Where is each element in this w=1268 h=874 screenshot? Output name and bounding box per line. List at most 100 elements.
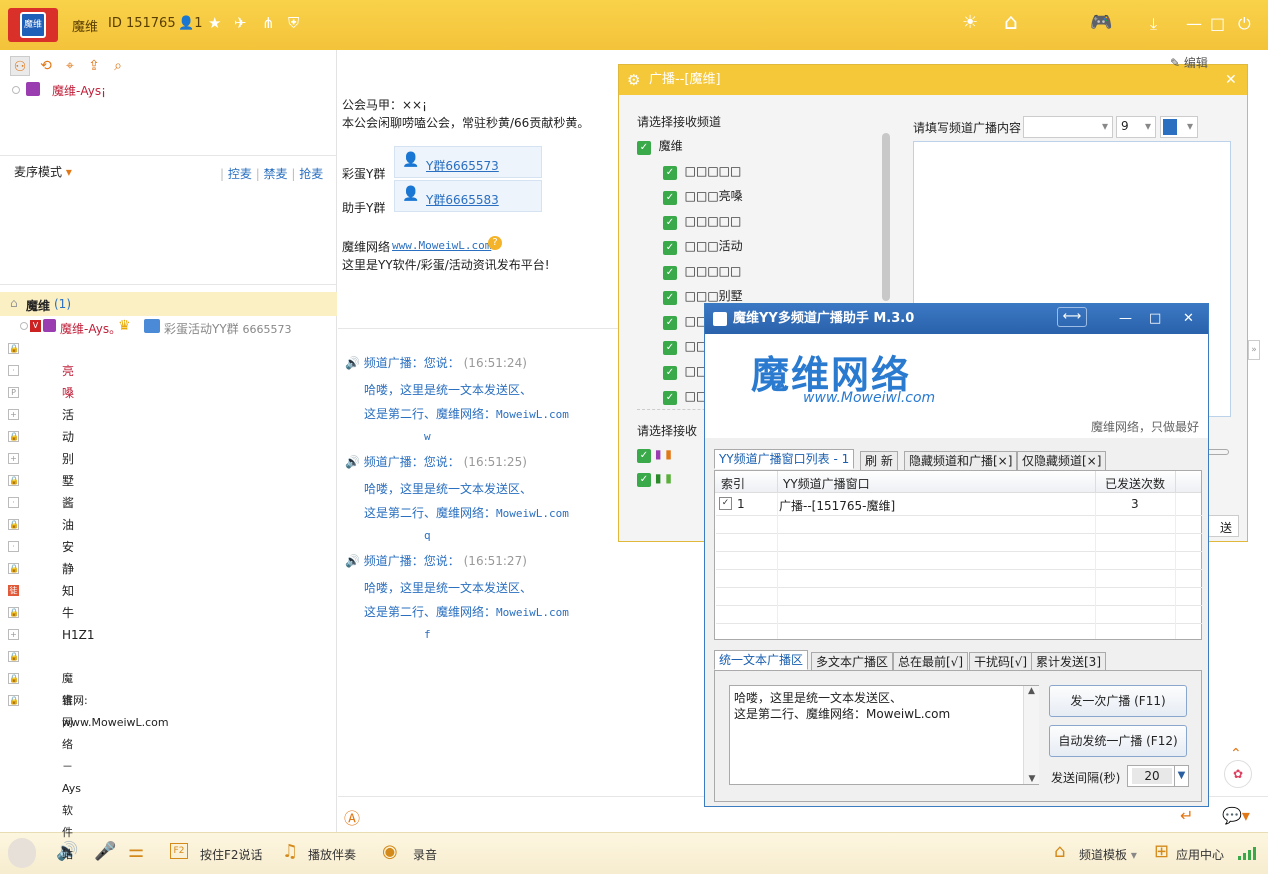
column-header[interactable]: YY频道广播窗口 <box>783 475 870 492</box>
maximize-icon[interactable]: □ <box>1210 14 1225 33</box>
upload-tab-icon[interactable]: ⇪ <box>84 56 104 76</box>
interval-stepper[interactable]: 20 ▼ <box>1127 765 1189 787</box>
vest-icon <box>26 82 40 96</box>
flower-icon[interactable]: ✿ <box>1224 760 1252 788</box>
play-music-button[interactable]: 播放伴奏 <box>308 846 356 863</box>
plane-icon[interactable]: ✈ <box>234 14 247 32</box>
channel-label: 活动 <box>62 408 75 444</box>
divider <box>716 533 1202 534</box>
help-icon[interactable]: ? <box>488 236 502 250</box>
control-mic-link[interactable]: 控麦 <box>228 167 252 181</box>
chevron-down-icon[interactable]: ▼ <box>1174 766 1188 786</box>
channel-template-button[interactable]: 频道模板 ▾ <box>1079 846 1137 863</box>
minimize-icon[interactable]: — <box>1119 304 1132 334</box>
sub-channel-check[interactable]: ✓ □□ <box>663 385 707 407</box>
scrollbar[interactable] <box>882 133 890 301</box>
window-table: 索引 YY频道广播窗口 已发送次数 ✓ 1 广播--[151765-魔维] 3 <box>714 470 1202 640</box>
record-button[interactable]: 录音 <box>413 846 437 863</box>
color-select[interactable]: ▾ <box>1160 116 1198 138</box>
equalizer-icon[interactable]: ⚌ <box>128 841 144 862</box>
user-tab-icon[interactable]: ⚇ <box>10 56 30 76</box>
chat-icon[interactable]: 💬▾ <box>1222 806 1250 825</box>
resize-icon[interactable]: ⟷ <box>1057 307 1087 327</box>
font-icon[interactable]: Ⓐ <box>344 805 360 829</box>
auto-send-button[interactable]: 自动发统一广播 (F12) <box>1049 725 1187 757</box>
table-row[interactable]: ✓ 1 广播--[151765-魔维] 3 <box>715 493 1201 515</box>
home-icon[interactable]: ⌂ <box>1004 10 1018 35</box>
mic-actions: | 控麦 | 禁麦 | 抢麦 <box>220 167 324 181</box>
sub-channel-check[interactable]: ✓ □□□□□ <box>663 260 741 282</box>
mic-mode-dropdown[interactable]: 麦序模式 ▾ <box>14 163 72 180</box>
bulb-icon[interactable]: ☀ <box>962 12 978 33</box>
vest-check-row[interactable]: ✓ ▮ ▮ <box>637 467 672 489</box>
tab-multi-text[interactable]: 多文本广播区 <box>811 652 894 672</box>
channel-logo[interactable]: 魔维 <box>8 8 58 42</box>
enter-icon[interactable]: ↵ <box>1180 806 1193 825</box>
vest-check-row[interactable]: ✓ ▮ ▮ <box>637 443 672 465</box>
tab-unified-text[interactable]: 统一文本广播区 <box>714 650 809 670</box>
broadcast-titlebar: ⚙ 广播--[魔维] ✕ <box>619 65 1247 95</box>
crown-icon: ♛ <box>118 318 131 334</box>
font-select[interactable]: ▾ <box>1023 116 1113 138</box>
search-tab-icon[interactable]: ⌕ <box>108 56 128 76</box>
sub-channel-check[interactable]: ✓ □□□□□ <box>663 210 741 232</box>
channel-label: 亮嗓 <box>62 364 75 400</box>
sub-channel-check[interactable]: ✓ □□ <box>663 360 707 382</box>
scrollbar[interactable]: ▲ ▼ <box>1023 686 1039 784</box>
share-icon[interactable]: ⋔ <box>262 14 275 32</box>
grab-mic-link[interactable]: 抢麦 <box>299 167 323 181</box>
close-icon[interactable]: ✕ <box>1225 65 1237 95</box>
always-on-top-toggle[interactable]: 总在最前[√] <box>893 652 969 672</box>
tab-window-list[interactable]: YY频道广播窗口列表 - 1 <box>714 449 855 469</box>
edit-button[interactable]: ✎ 编辑 <box>1170 54 1208 71</box>
minimize-icon[interactable]: — <box>1186 14 1202 33</box>
site-link[interactable]: www.MoweiwL.com <box>392 239 491 252</box>
mic-icon[interactable]: 🎤 <box>94 841 116 862</box>
sub-channel-check[interactable]: ✓ □□□活动 <box>663 235 743 257</box>
interference-toggle[interactable]: 干扰码[√] <box>969 652 1033 672</box>
logo-text: 魔维 <box>20 12 46 38</box>
lock-icon: 🔒 <box>8 475 19 486</box>
divider <box>338 328 628 329</box>
message-line: 哈喽，这里是统一文本发送区、 <box>364 482 533 496</box>
game-icon[interactable]: 🎮 <box>1090 12 1112 33</box>
root-channel-row[interactable] <box>0 292 337 316</box>
hide-channel-button[interactable]: 仅隐藏频道[×] <box>1017 451 1107 471</box>
download-icon[interactable]: ⤓ <box>1150 14 1157 34</box>
close-icon[interactable]: ✕ <box>1183 304 1194 334</box>
lock-icon: 🔒 <box>8 343 19 354</box>
location-tab-icon[interactable]: ⌖ <box>60 56 80 76</box>
push-to-talk-button[interactable]: 按住F2说话 <box>200 846 263 863</box>
recent-tab-icon[interactable]: ⟲ <box>36 56 56 76</box>
checkbox-icon: ✓ <box>637 141 651 155</box>
root-channel-check[interactable]: ✓ 魔维 <box>637 135 683 157</box>
row-checkbox[interactable]: ✓ <box>719 497 732 510</box>
send-once-button[interactable]: 发一次广播 (F11) <box>1049 685 1187 717</box>
column-header[interactable]: 索引 <box>721 475 745 492</box>
refresh-button[interactable]: 刷 新 <box>860 451 898 471</box>
current-user-name[interactable]: 魔维-Ays¡ <box>52 82 106 99</box>
side-tab[interactable]: » <box>1248 340 1260 360</box>
plus-icon: + <box>8 629 19 640</box>
column-header[interactable]: 已发送次数 <box>1105 475 1165 492</box>
avatar[interactable] <box>8 838 36 868</box>
star-icon[interactable]: ★ <box>208 14 221 32</box>
broadcast-textarea[interactable]: 哈喽，这里是统一文本发送区、 这是第二行、魔维网络：MoweiwL.com ▲ … <box>729 685 1039 785</box>
power-icon[interactable]: ⏻ <box>1238 14 1251 34</box>
maximize-icon[interactable]: □ <box>1149 304 1161 334</box>
message-line: f <box>424 628 431 641</box>
group1-link[interactable]: Y群6665573 <box>426 157 499 174</box>
app-center-button[interactable]: 应用中心 <box>1176 846 1224 863</box>
sub-channel-check[interactable]: ✓ □□ <box>663 310 707 332</box>
font-size-select[interactable]: 9 ▾ <box>1116 116 1156 138</box>
total-sent[interactable]: 累计发送[3] <box>1031 652 1106 672</box>
sub-channel-check[interactable]: ✓ □□□亮嗓 <box>663 185 743 207</box>
shield-icon[interactable]: ⛨ <box>288 14 299 32</box>
sub-channel-check[interactable]: ✓ □□ <box>663 335 707 357</box>
ban-mic-link[interactable]: 禁麦 <box>264 167 288 181</box>
hide-all-button[interactable]: 隐藏频道和广播[×] <box>904 451 1018 471</box>
group2-link[interactable]: Y群6665583 <box>426 191 499 208</box>
channel-label: 酱油 <box>62 496 75 532</box>
sub-channel-check[interactable]: ✓ □□□□□ <box>663 160 741 182</box>
member-name[interactable]: 魔维-Ays。 <box>60 320 121 337</box>
